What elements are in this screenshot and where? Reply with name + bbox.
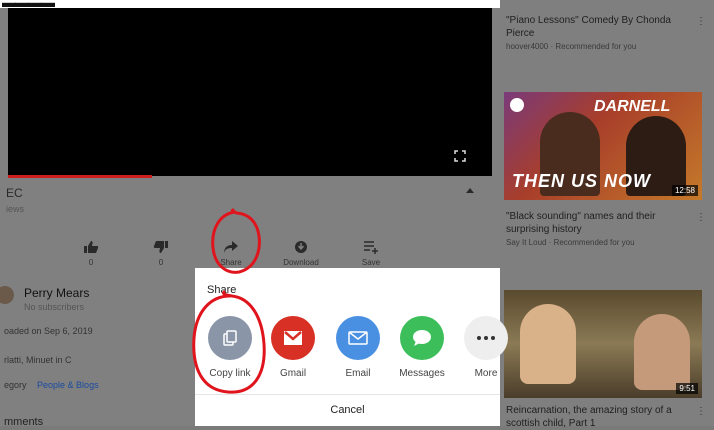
messages-option[interactable]: Messages xyxy=(392,316,452,379)
copy-link-icon xyxy=(208,316,252,360)
category-label: egory xyxy=(4,380,27,390)
recommendation-title[interactable]: "Piano Lessons" Comedy By Chonda Pierce xyxy=(506,14,696,40)
thumbs-down-icon xyxy=(153,241,168,253)
category-link[interactable]: People & Blogs xyxy=(37,380,99,390)
recommendation-item[interactable]: "Black sounding" names and their surpris… xyxy=(506,210,696,247)
email-label: Email xyxy=(345,368,371,379)
fullscreen-icon[interactable] xyxy=(454,150,466,162)
sheet-divider xyxy=(195,394,500,395)
share-button[interactable]: Share xyxy=(206,240,256,267)
save-label: Save xyxy=(361,258,381,267)
email-icon xyxy=(336,316,380,360)
download-icon xyxy=(295,241,307,253)
recommendation-meta: Say It Loud · Recommended for you xyxy=(506,238,635,247)
gmail-icon xyxy=(271,316,315,360)
more-options-icon[interactable]: ⋮ xyxy=(696,406,706,417)
category-row: egory People & Blogs xyxy=(4,380,99,390)
share-arrow-icon xyxy=(224,241,238,253)
comments-header[interactable]: mments xyxy=(4,416,43,428)
recommendation-meta: hoover4000 · Recommended for you xyxy=(506,42,637,51)
more-options-icon[interactable]: ⋮ xyxy=(696,16,706,27)
copy-link-label: Copy link xyxy=(209,368,251,379)
recommendation-title[interactable]: Reincarnation, the amazing story of a sc… xyxy=(506,404,696,430)
channel-subscribers: No subscribers xyxy=(24,302,85,312)
top-strip: ▬▬▬▬ xyxy=(0,0,500,10)
messages-icon xyxy=(400,316,444,360)
thumbnail-person xyxy=(520,304,576,384)
more-options-icon[interactable]: ⋮ xyxy=(696,212,706,223)
like-count: 0 xyxy=(88,258,94,267)
more-icon xyxy=(464,316,508,360)
expand-description-icon[interactable] xyxy=(466,188,474,193)
playlist-add-icon xyxy=(364,241,378,254)
more-option[interactable]: More xyxy=(456,316,516,379)
like-button[interactable]: 0 xyxy=(66,240,116,267)
view-count: iews xyxy=(6,204,25,214)
gmail-option[interactable]: Gmail xyxy=(263,316,323,379)
share-sheet-title: Share xyxy=(207,284,237,296)
thumbs-up-icon xyxy=(84,241,99,253)
thumbnail-text: DARNELL xyxy=(594,98,671,115)
channel-logo-icon xyxy=(510,98,524,112)
video-duration: 9:51 xyxy=(676,383,698,394)
video-duration: 12:58 xyxy=(671,185,698,196)
channel-name[interactable]: Perry Mears xyxy=(24,286,89,300)
gmail-label: Gmail xyxy=(279,368,307,379)
share-sheet: Share Copy link Gmail Email Messages Mor… xyxy=(195,268,508,426)
copy-link-option[interactable]: Copy link xyxy=(200,316,260,379)
upload-date: oaded on Sep 6, 2019 xyxy=(4,326,93,336)
recommendation-title[interactable]: "Black sounding" names and their surpris… xyxy=(506,210,696,236)
cancel-button[interactable]: Cancel xyxy=(195,404,500,416)
channel-avatar[interactable] xyxy=(0,286,14,304)
download-button[interactable]: Download xyxy=(276,240,326,267)
download-label: Download xyxy=(283,258,319,267)
share-label: Share xyxy=(220,258,242,267)
save-button[interactable]: Save xyxy=(346,240,396,267)
thumbnail-person xyxy=(634,314,690,390)
recommendations-panel: "Piano Lessons" Comedy By Chonda Pierce … xyxy=(500,0,714,429)
thumbnail-text: THEN US NOW xyxy=(512,171,651,191)
recommendation-item[interactable]: Reincarnation, the amazing story of a sc… xyxy=(506,404,696,430)
video-title: EC xyxy=(6,186,23,200)
messages-label: Messages xyxy=(399,368,445,379)
email-option[interactable]: Email xyxy=(328,316,388,379)
music-credit: rlatti, Minuet in C xyxy=(4,355,72,365)
dislike-button[interactable]: 0 xyxy=(136,240,186,267)
video-thumbnail[interactable]: DARNELL THEN US NOW 12:58 xyxy=(504,92,702,200)
video-player[interactable] xyxy=(8,8,492,176)
more-label: More xyxy=(474,368,498,379)
recommendation-item[interactable]: "Piano Lessons" Comedy By Chonda Pierce … xyxy=(506,14,696,51)
video-thumbnail[interactable]: 9:51 xyxy=(504,290,702,398)
dislike-count: 0 xyxy=(158,258,164,267)
